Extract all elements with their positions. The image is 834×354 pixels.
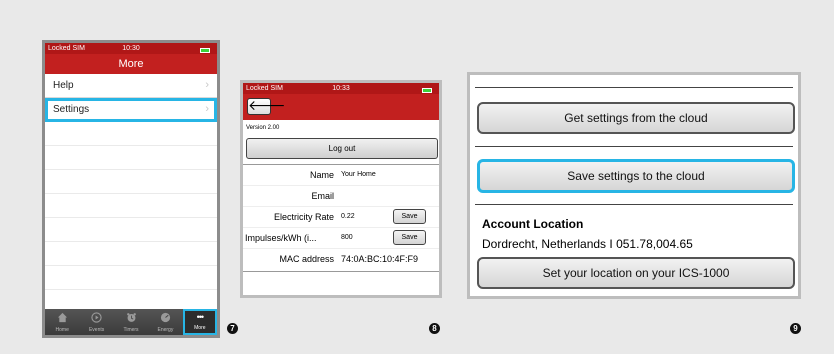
- menu-item-settings[interactable]: Settings ›: [45, 98, 217, 122]
- mac-row: MAC address 74:0A:BC:10:4F:F9: [243, 249, 439, 269]
- name-field[interactable]: Your Home: [341, 165, 376, 185]
- account-location-heading: Account Location: [482, 217, 584, 231]
- home-icon: [57, 312, 67, 323]
- tab-timers[interactable]: Timers: [114, 309, 148, 335]
- status-bar: Locked SIM 10:33: [243, 83, 439, 94]
- electricity-rate-field[interactable]: 0.22: [341, 207, 355, 227]
- list-item: [45, 194, 217, 218]
- arrow-left-icon: 🡐: [248, 97, 286, 113]
- page-title: More: [45, 54, 217, 74]
- menu-item-help[interactable]: Help ›: [45, 74, 217, 98]
- status-bar: Locked SIM 10:30: [45, 43, 217, 54]
- name-label: Name: [309, 170, 334, 180]
- clock-label: 10:33: [332, 85, 350, 92]
- chevron-right-icon: ›: [205, 103, 209, 115]
- tab-energy[interactable]: Energy: [148, 309, 182, 335]
- version-label: Version 2.00: [246, 125, 280, 131]
- tab-events[interactable]: Events: [79, 309, 113, 335]
- clock-label: 10:30: [122, 45, 140, 52]
- nav-bar: 🡐: [243, 94, 439, 120]
- impulses-row: Impulses/kWh (i... 800 Save: [243, 228, 439, 249]
- name-row: Name Your Home: [243, 165, 439, 186]
- save-settings-button[interactable]: Save settings to the cloud: [477, 159, 795, 193]
- save-impulses-button[interactable]: Save: [393, 230, 426, 245]
- phone-screen-more: Locked SIM 10:30 More Help › Settings › …: [42, 40, 220, 338]
- get-settings-button[interactable]: Get settings from the cloud: [477, 102, 795, 134]
- tab-label: Home: [55, 327, 69, 333]
- battery-icon: [422, 86, 436, 93]
- divider: [475, 146, 793, 147]
- email-row: Email: [243, 186, 439, 207]
- tab-label: More: [194, 325, 206, 331]
- tab-label: Timers: [123, 327, 139, 333]
- play-circle-icon: [91, 312, 102, 323]
- tab-home[interactable]: Home: [45, 309, 79, 335]
- electricity-rate-label: Electricity Rate: [273, 212, 334, 222]
- mac-value: 74:0A:BC:10:4F:F9: [341, 254, 419, 264]
- log-out-button[interactable]: Log out: [246, 138, 438, 159]
- impulses-field[interactable]: 800: [341, 228, 353, 248]
- alarm-clock-icon: [126, 313, 136, 322]
- step-marker: 7: [227, 323, 238, 334]
- list-item: [45, 218, 217, 242]
- menu-item-label: Settings: [53, 104, 90, 115]
- divider: [475, 87, 793, 88]
- impulses-label: Impulses/kWh (i...: [245, 233, 317, 243]
- email-label: Email: [311, 191, 334, 201]
- electricity-rate-row: Electricity Rate 0.22 Save: [243, 207, 439, 228]
- save-rate-button[interactable]: Save: [393, 209, 426, 224]
- tab-label: Energy: [157, 327, 174, 333]
- menu-item-label: Help: [53, 80, 74, 91]
- step-marker: 9: [790, 323, 801, 334]
- divider: [243, 271, 439, 272]
- step-marker: 8: [429, 323, 440, 334]
- list-item: [45, 122, 217, 146]
- battery-icon: [200, 46, 214, 53]
- set-location-button[interactable]: Set your location on your ICS-1000: [477, 257, 795, 289]
- gauge-icon: [160, 312, 171, 323]
- list-item: [45, 266, 217, 290]
- back-button[interactable]: 🡐: [247, 98, 286, 115]
- cloud-settings-panel: Get settings from the cloud Save setting…: [467, 72, 801, 299]
- account-location-value: Dordrecht, Netherlands I 051.78,004.65: [482, 237, 693, 251]
- mac-label: MAC address: [279, 254, 334, 264]
- tab-bar: Home Events Timers Energy ••• More: [45, 309, 217, 335]
- divider: [475, 204, 793, 205]
- list-item: [45, 146, 217, 170]
- chevron-right-icon: ›: [205, 79, 209, 91]
- tab-more[interactable]: ••• More: [182, 309, 217, 335]
- tab-label: Events: [88, 327, 105, 333]
- more-dots-icon: •••: [196, 312, 204, 322]
- list-item: [45, 242, 217, 266]
- list-item: [45, 170, 217, 194]
- phone-screen-settings: Locked SIM 10:33 🡐 Version 2.00 Log out …: [240, 80, 442, 298]
